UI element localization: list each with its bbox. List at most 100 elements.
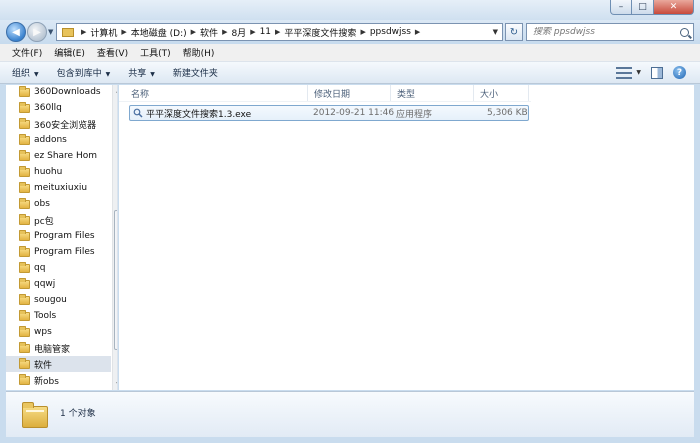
folder-icon	[19, 198, 30, 209]
minimize-button[interactable]: –	[610, 0, 632, 15]
nav-folder[interactable]: obs	[6, 196, 111, 212]
window-controls: – □ ✕	[610, 0, 694, 15]
share-button[interactable]: 共享 ▼	[128, 66, 155, 79]
minimize-icon: –	[618, 2, 624, 12]
chevron-right-icon[interactable]: ▶	[250, 28, 255, 36]
view-options-icon[interactable]	[616, 66, 633, 79]
nav-folder-label: 软件	[34, 360, 53, 371]
breadcrumb-software[interactable]: 软件	[200, 26, 218, 39]
nav-folder-label: qq	[34, 263, 46, 273]
address-bar[interactable]: ▶ 计算机 ▶ 本地磁盘 (D:) ▶ 软件 ▶ 8月 ▶ 11 ▶ 平平深度文…	[56, 23, 503, 41]
close-button[interactable]: ✕	[654, 0, 694, 15]
nav-folder-label: ez Share Hom	[34, 151, 97, 161]
breadcrumb-current[interactable]: ppsdwjss	[370, 27, 411, 37]
chevron-right-icon[interactable]: ▶	[360, 28, 365, 36]
menu-edit[interactable]: 编辑(E)	[48, 46, 91, 59]
refresh-button[interactable]: ↻	[505, 23, 523, 41]
column-header-name[interactable]: 名称	[125, 85, 308, 101]
maximize-icon: □	[638, 2, 647, 12]
help-icon[interactable]: ?	[673, 66, 686, 79]
search-box[interactable]	[526, 23, 694, 41]
folder-icon	[19, 294, 30, 305]
include-in-library-label: 包含到库中	[56, 69, 102, 79]
nav-folder[interactable]: addons	[6, 132, 111, 148]
column-header-size[interactable]: 大小	[474, 85, 529, 101]
nav-folder[interactable]: Program Files	[6, 244, 111, 260]
chevron-right-icon[interactable]: ▶	[81, 28, 86, 36]
folder-icon	[19, 214, 30, 225]
nav-folder[interactable]: ez Share Hom	[6, 148, 111, 164]
folder-icon	[19, 182, 30, 193]
nav-folder[interactable]: Program Files	[6, 228, 111, 244]
scroll-up-arrow-icon[interactable]: ▲	[113, 85, 117, 96]
chevron-right-icon[interactable]: ▶	[415, 28, 420, 36]
forward-button[interactable]: ▶	[27, 22, 47, 42]
refresh-icon: ↻	[509, 26, 519, 38]
file-date: 2012-09-21 11:46	[313, 108, 395, 118]
menu-file[interactable]: 文件(F)	[6, 46, 48, 59]
preview-pane-icon[interactable]	[651, 66, 663, 79]
chevron-right-icon[interactable]: ▶	[121, 28, 126, 36]
view-controls: ▼ ?	[616, 66, 686, 79]
organize-button[interactable]: 组织 ▼	[12, 66, 39, 79]
breadcrumb-drive-d[interactable]: 本地磁盘 (D:)	[131, 26, 187, 39]
nav-scrollbar[interactable]: ▲ ▼	[112, 85, 117, 390]
breadcrumb-august[interactable]: 8月	[231, 26, 246, 39]
address-history-dropdown[interactable]: ▼	[493, 28, 498, 36]
share-label: 共享	[128, 69, 147, 79]
menu-view[interactable]: 查看(V)	[91, 46, 134, 59]
nav-folder-label: qqwj	[34, 279, 56, 289]
nav-folder[interactable]: meituxiuxiu	[6, 180, 111, 196]
nav-folder[interactable]: 360安全浏览器	[6, 116, 111, 132]
breadcrumb-ppsearch[interactable]: 平平深度文件搜索	[284, 26, 356, 39]
column-header-type[interactable]: 类型	[391, 85, 474, 101]
nav-folder-label: 360llq	[34, 103, 62, 113]
folder-icon	[19, 102, 30, 113]
chevron-down-icon: ▼	[34, 71, 39, 78]
organize-label: 组织	[12, 69, 31, 79]
column-header-date[interactable]: 修改日期	[308, 85, 391, 101]
nav-folder[interactable]: 360Downloads	[6, 85, 111, 100]
breadcrumb-computer[interactable]: 计算机	[90, 26, 117, 39]
item-count: 1 个对象	[60, 409, 96, 419]
search-input[interactable]	[533, 27, 673, 37]
nav-folder-label: 360Downloads	[34, 87, 101, 97]
nav-folder[interactable]: 新obs	[6, 372, 111, 388]
nav-folder[interactable]: sougou	[6, 292, 111, 308]
folder-icon	[62, 27, 74, 37]
nav-folder[interactable]: huohu	[6, 164, 111, 180]
chevron-right-icon[interactable]: ▶	[222, 28, 227, 36]
menu-tools[interactable]: 工具(T)	[134, 46, 177, 59]
nav-folder[interactable]: qq	[6, 260, 111, 276]
nav-folder[interactable]: 360llq	[6, 100, 111, 116]
nav-folder[interactable]: pc包	[6, 212, 111, 228]
forward-arrow-icon: ▶	[33, 26, 41, 38]
include-in-library-button[interactable]: 包含到库中 ▼	[57, 66, 111, 79]
back-button[interactable]: ◀	[6, 22, 26, 42]
chevron-down-icon[interactable]: ▼	[636, 69, 641, 76]
nav-folder[interactable]: Tools	[6, 308, 111, 324]
breadcrumb-11[interactable]: 11	[260, 27, 271, 37]
new-folder-button[interactable]: 新建文件夹	[173, 66, 218, 79]
scrollbar-thumb[interactable]	[114, 210, 117, 350]
folder-icon	[19, 150, 30, 161]
chevron-right-icon[interactable]: ▶	[191, 28, 196, 36]
nav-folder[interactable]: wps	[6, 324, 111, 340]
file-row[interactable]: 平平深度文件搜索1.3.exe 2012-09-21 11:46 应用程序 5,…	[129, 105, 529, 121]
menu-help[interactable]: 帮助(H)	[177, 46, 221, 59]
folder-icon	[19, 86, 30, 97]
nav-folder-label: obs	[34, 199, 50, 209]
scroll-down-arrow-icon[interactable]: ▼	[113, 379, 117, 390]
nav-folder[interactable]: 电脑管家	[6, 340, 111, 356]
maximize-button[interactable]: □	[632, 0, 654, 15]
nav-folder[interactable]: qqwj	[6, 276, 111, 292]
folder-icon	[19, 374, 30, 385]
folder-icon	[19, 262, 30, 273]
search-icon[interactable]	[680, 27, 689, 37]
nav-folder-label: pc包	[34, 216, 54, 227]
nav-folder-selected[interactable]: 软件	[6, 356, 111, 372]
chevron-right-icon[interactable]: ▶	[275, 28, 280, 36]
nav-folder-label: 电脑管家	[34, 344, 71, 355]
folder-icon	[19, 310, 30, 321]
recent-pages-dropdown[interactable]: ▼	[48, 28, 53, 36]
